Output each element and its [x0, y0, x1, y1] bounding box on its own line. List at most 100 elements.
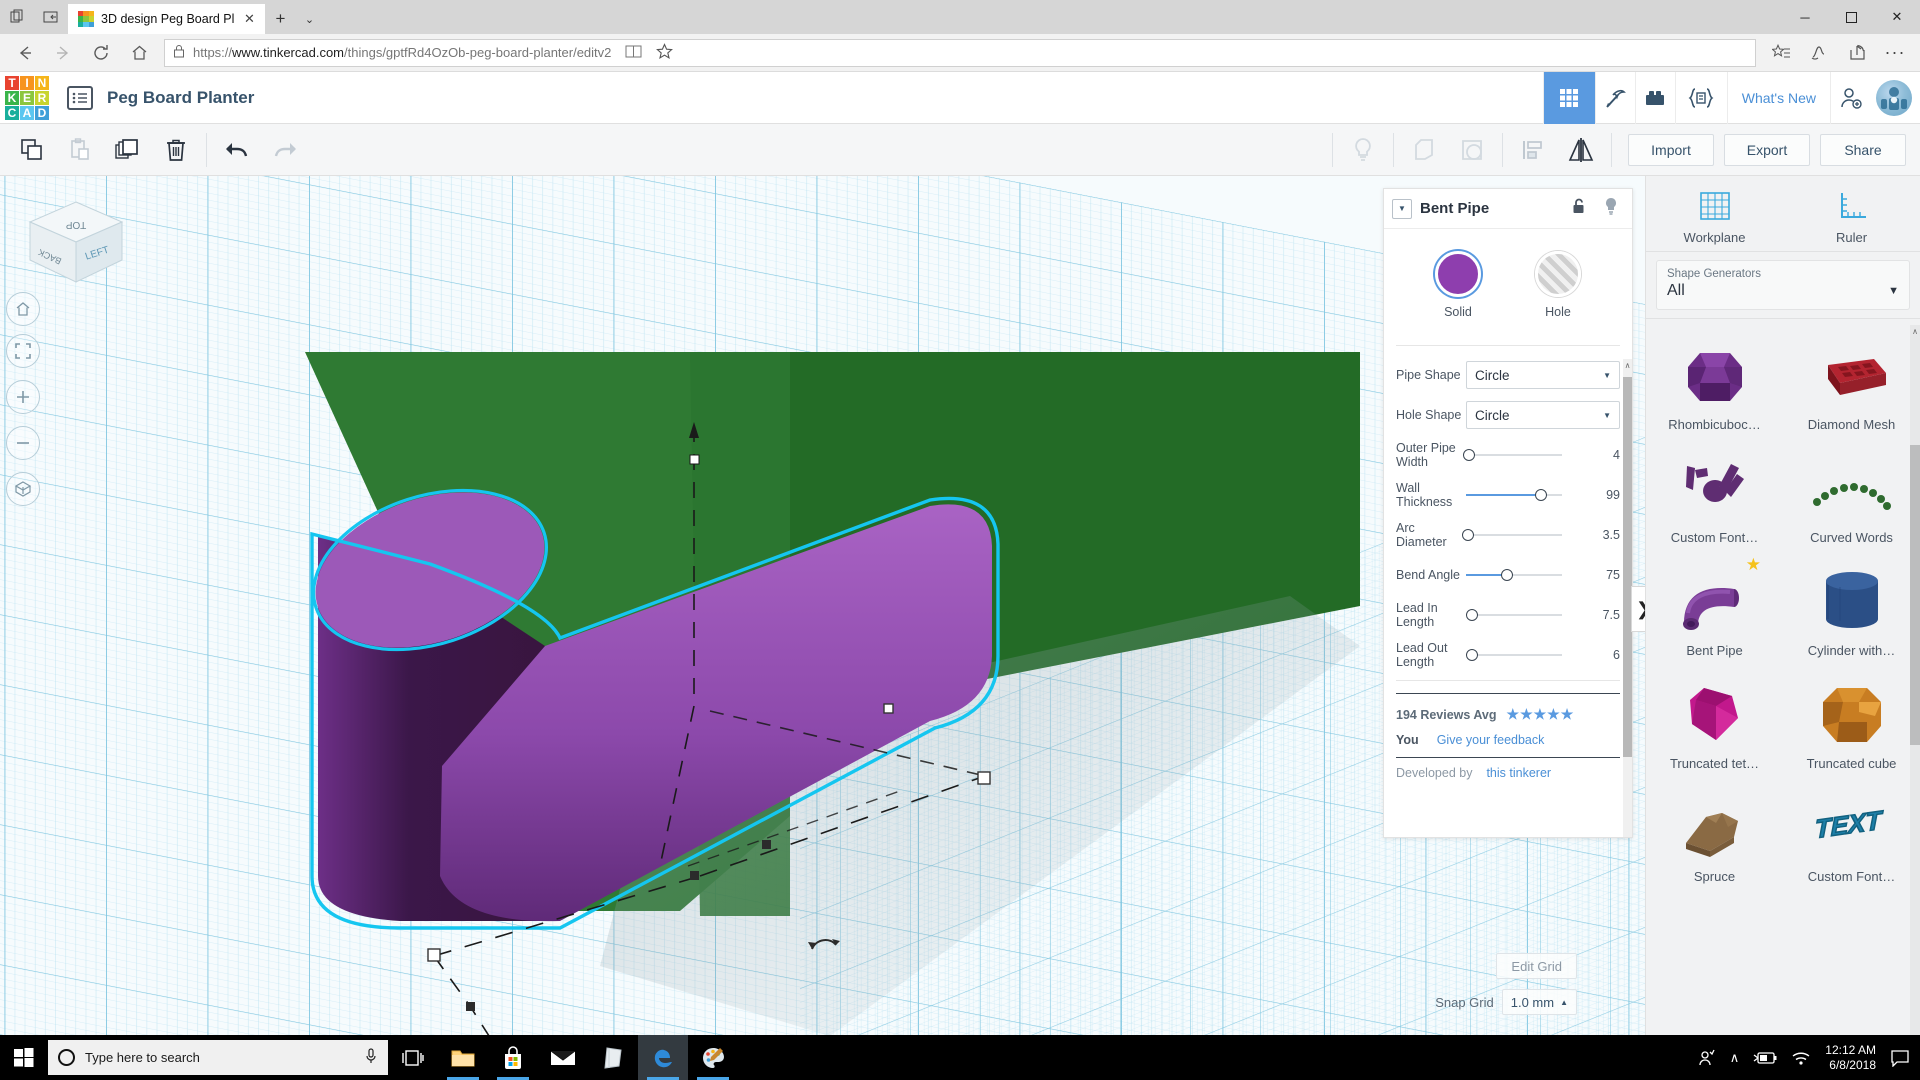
shape-item-cylinder[interactable]: Cylinder with…	[1783, 553, 1920, 664]
shape-item-diamond-mesh[interactable]: Diamond Mesh	[1783, 327, 1920, 438]
start-button[interactable]	[0, 1035, 48, 1080]
home-icon[interactable]	[120, 37, 158, 69]
battery-charging-icon[interactable]	[1753, 1051, 1777, 1065]
edge-button[interactable]	[638, 1035, 688, 1080]
shape-item-spruce[interactable]: Spruce	[1646, 779, 1783, 890]
share-button[interactable]: Share	[1820, 134, 1906, 166]
chevron-down-icon[interactable]: ⌄	[295, 4, 323, 34]
wifi-icon[interactable]	[1791, 1050, 1811, 1066]
mirror-button[interactable]	[1557, 128, 1605, 172]
hole-shape-select[interactable]: Circle ▼	[1466, 401, 1620, 429]
taskbar-clock[interactable]: 12:12 AM 6/8/2018	[1825, 1043, 1876, 1073]
minecraft-button[interactable]	[1595, 72, 1635, 124]
paint3d-button[interactable]	[688, 1035, 738, 1080]
minimize-button[interactable]: ─	[1782, 0, 1828, 34]
bend-angle-slider[interactable]	[1466, 568, 1586, 582]
lead-out-length-slider[interactable]	[1466, 648, 1586, 662]
3d-design-button[interactable]	[1543, 72, 1595, 124]
lead-in-length-slider[interactable]	[1466, 608, 1586, 622]
scroll-up-arrow-icon[interactable]: ∧	[1910, 327, 1920, 336]
outer-pipe-width-slider[interactable]	[1466, 448, 1586, 462]
edit-grid-button[interactable]: Edit Grid	[1496, 953, 1577, 979]
microphone-icon[interactable]	[364, 1048, 378, 1067]
unlock-icon[interactable]	[1570, 197, 1588, 220]
reading-view-icon[interactable]	[619, 44, 648, 62]
people-icon[interactable]	[1698, 1049, 1716, 1067]
align-button[interactable]	[1509, 128, 1557, 172]
shape-item-curved-words[interactable]: Curved Words	[1783, 440, 1920, 551]
window-restore-icon[interactable]	[0, 0, 34, 34]
zoom-out-button[interactable]	[6, 426, 40, 460]
close-tab-icon[interactable]: ✕	[241, 11, 257, 27]
duplicate-button[interactable]	[104, 128, 152, 172]
microsoft-store-button[interactable]	[488, 1035, 538, 1080]
tinkercad-logo[interactable]: TIN KER CAD	[5, 76, 49, 120]
address-bar[interactable]: https://www.tinkercad.com/things/gptfRd4…	[164, 39, 1756, 67]
scrollbar-thumb[interactable]	[1910, 445, 1920, 745]
home-view-button[interactable]	[6, 292, 40, 326]
designs-list-icon[interactable]	[67, 86, 93, 110]
copy-button[interactable]	[8, 128, 56, 172]
notification-icon[interactable]	[1890, 1049, 1910, 1067]
maximize-button[interactable]	[1828, 0, 1874, 34]
ruler-tool[interactable]: Ruler	[1783, 184, 1920, 245]
view-cube[interactable]: TOP BACK LEFT	[22, 198, 130, 294]
hub-icon[interactable]	[1762, 37, 1800, 69]
ungroup-button[interactable]	[1448, 128, 1496, 172]
shape-list[interactable]: Rhombicuboc… Diamond Mesh Custom Font…	[1646, 319, 1920, 1035]
new-tab-button[interactable]: +	[265, 4, 295, 34]
web-notes-icon[interactable]	[1800, 37, 1838, 69]
add-person-icon[interactable]	[1830, 72, 1870, 124]
codeblocks-button[interactable]	[1675, 72, 1727, 124]
shape-generators-dropdown[interactable]: Shape Generators All ▼	[1656, 260, 1910, 310]
more-settings-icon[interactable]: ···	[1876, 37, 1914, 69]
lightbulb-icon[interactable]	[1602, 196, 1620, 221]
scrollbar-thumb[interactable]	[1623, 377, 1632, 757]
bricks-button[interactable]	[1635, 72, 1675, 124]
scroll-up-arrow-icon[interactable]: ∧	[1623, 361, 1632, 370]
back-icon[interactable]	[6, 37, 44, 69]
shape-item-custom-font-2[interactable]: TEXT Custom Font…	[1783, 779, 1920, 890]
sticky-notes-button[interactable]	[588, 1035, 638, 1080]
wall-thickness-slider[interactable]	[1466, 488, 1586, 502]
favorite-star-icon[interactable]	[650, 43, 679, 63]
show-hidden-icons-chevron[interactable]: ∧	[1730, 1050, 1740, 1066]
set-aside-tabs-icon[interactable]	[34, 0, 68, 34]
arc-diameter-slider[interactable]	[1466, 528, 1586, 542]
task-view-button[interactable]	[388, 1035, 438, 1080]
shape-item-bent-pipe[interactable]: ★ Bent Pipe	[1646, 553, 1783, 664]
workplane-tool[interactable]: Workplane	[1646, 184, 1783, 245]
group-button[interactable]	[1400, 128, 1448, 172]
fit-view-button[interactable]	[6, 334, 40, 368]
mail-button[interactable]	[538, 1035, 588, 1080]
collapse-properties-button[interactable]: ▼	[1392, 199, 1412, 219]
export-button[interactable]: Export	[1724, 134, 1810, 166]
lightbulb-button[interactable]	[1339, 128, 1387, 172]
file-explorer-button[interactable]	[438, 1035, 488, 1080]
shape-item-rhombicuboctahedron[interactable]: Rhombicuboc…	[1646, 327, 1783, 438]
shape-item-truncated-tetrahedron[interactable]: Truncated tet…	[1646, 666, 1783, 777]
delete-button[interactable]	[152, 128, 200, 172]
developer-link[interactable]: this tinkerer	[1486, 766, 1551, 780]
user-avatar[interactable]	[1876, 80, 1912, 116]
ortho-perspective-button[interactable]	[6, 472, 40, 506]
whats-new-link[interactable]: What's New	[1727, 72, 1830, 124]
forward-icon[interactable]	[44, 37, 82, 69]
page-title[interactable]: Peg Board Planter	[107, 88, 254, 108]
refresh-icon[interactable]	[82, 37, 120, 69]
shape-item-custom-font-1[interactable]: Custom Font…	[1646, 440, 1783, 551]
hole-option[interactable]: Hole	[1526, 251, 1590, 319]
search-input[interactable]: Type here to search	[48, 1040, 388, 1075]
browser-tab[interactable]: 3D design Peg Board Pl ✕	[68, 4, 265, 34]
share-icon[interactable]	[1838, 37, 1876, 69]
snap-grid-dropdown[interactable]: 1.0 mm ▲	[1502, 989, 1577, 1015]
hole-swatch[interactable]	[1535, 251, 1581, 297]
give-feedback-link[interactable]: Give your feedback	[1437, 733, 1545, 747]
solid-option[interactable]: Solid	[1426, 251, 1490, 319]
close-window-button[interactable]: ✕	[1874, 0, 1920, 34]
shape-item-truncated-cube[interactable]: Truncated cube	[1783, 666, 1920, 777]
pipe-shape-select[interactable]: Circle ▼	[1466, 361, 1620, 389]
zoom-in-button[interactable]	[6, 380, 40, 414]
import-button[interactable]: Import	[1628, 134, 1714, 166]
undo-button[interactable]	[213, 128, 261, 172]
